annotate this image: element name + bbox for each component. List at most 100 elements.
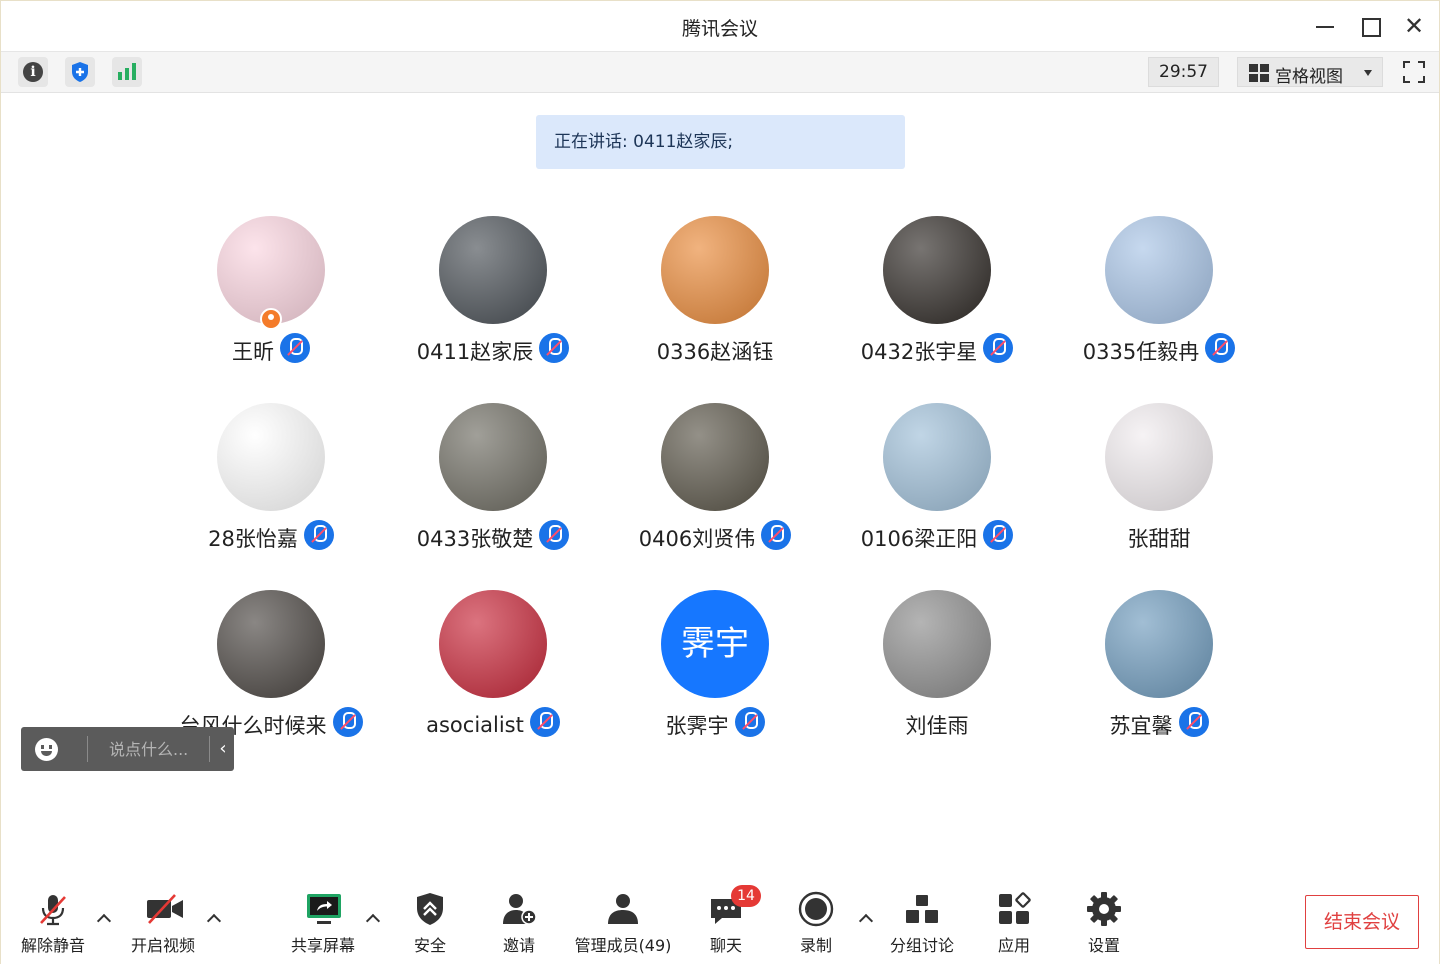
security-shield-icon: [412, 891, 448, 927]
invite-button[interactable]: 邀请: [499, 891, 539, 955]
avatar: [1105, 590, 1213, 698]
video-options-caret[interactable]: [205, 911, 223, 927]
participant-tile[interactable]: 苏宜馨: [1048, 590, 1270, 770]
participant-name: 0411赵家辰: [416, 340, 534, 364]
add-user-icon: [501, 891, 537, 927]
mic-off-icon: [35, 891, 71, 927]
participant-tile[interactable]: 张甜甜: [1048, 403, 1270, 583]
participant-tile[interactable]: 0335任毅冉: [1048, 216, 1270, 396]
manage-members-button[interactable]: 管理成员(49): [575, 891, 671, 955]
avatar: [439, 216, 547, 324]
share-screen-icon: [305, 891, 341, 927]
gear-icon: [1086, 891, 1122, 927]
audio-options-caret[interactable]: [95, 911, 113, 927]
mic-muted-icon: [529, 707, 560, 737]
video-off-icon: [145, 891, 183, 927]
info-icon[interactable]: [18, 57, 48, 87]
participant-tile[interactable]: 0336赵涵钰: [604, 216, 826, 396]
minimize-button[interactable]: [1312, 13, 1338, 39]
participant-name: 0432张宇星: [860, 340, 978, 364]
unmute-label: 解除静音: [20, 936, 85, 955]
participant-tile[interactable]: 王昕: [160, 216, 382, 396]
chat-unread-badge: 14: [731, 885, 761, 907]
settings-label: 设置: [1087, 936, 1120, 955]
breakout-rooms-label: 分组讨论: [889, 936, 954, 955]
participant-name: 苏宜馨: [1109, 714, 1173, 738]
mic-muted-icon: [983, 520, 1014, 550]
participant-name: 0106梁正阳: [860, 527, 978, 551]
host-icon: [260, 308, 282, 330]
avatar: [217, 403, 325, 511]
share-options-caret[interactable]: [364, 911, 382, 927]
mic-muted-icon: [1178, 707, 1209, 737]
mic-muted-icon: [983, 333, 1014, 363]
avatar: [439, 590, 547, 698]
participant-name: 0336赵涵钰: [656, 340, 774, 364]
mic-muted-icon: [303, 520, 334, 550]
chevron-down-icon: [1364, 70, 1372, 76]
participant-tile[interactable]: 刘佳雨: [826, 590, 1048, 770]
participant-tile[interactable]: 0433张敬楚: [382, 403, 604, 583]
view-mode-select[interactable]: 宫格视图: [1237, 57, 1383, 87]
avatar: 霁宇: [661, 590, 769, 698]
apps-button[interactable]: 应用: [995, 891, 1033, 955]
end-meeting-button[interactable]: 结束会议: [1305, 895, 1419, 949]
avatar: [1105, 403, 1213, 511]
record-icon: [798, 891, 834, 927]
close-button[interactable]: ✕: [1401, 13, 1427, 39]
start-video-label: 开启视频: [130, 936, 195, 955]
security-label: 安全: [413, 936, 446, 955]
participant-name: 王昕: [232, 340, 274, 364]
fullscreen-icon[interactable]: [1399, 57, 1429, 87]
shield-icon[interactable]: [65, 57, 95, 87]
grid-view-icon: [1249, 64, 1269, 82]
mic-muted-icon: [1205, 333, 1236, 363]
avatar: [883, 403, 991, 511]
meeting-window: 腾讯会议 ✕ 29:57 宫格视图: [0, 0, 1440, 964]
chat-button[interactable]: 14 聊天: [707, 885, 761, 955]
avatar: [217, 590, 325, 698]
participant-name: 0335任毅冉: [1082, 340, 1200, 364]
participant-tile[interactable]: 0411赵家辰: [382, 216, 604, 396]
avatar: [883, 216, 991, 324]
mic-muted-icon: [761, 520, 792, 550]
share-screen-button[interactable]: 共享屏幕: [291, 891, 355, 955]
record-button[interactable]: 录制: [797, 891, 835, 955]
breakout-rooms-button[interactable]: 分组讨论: [890, 891, 954, 955]
participant-tile[interactable]: 28张怡嘉: [160, 403, 382, 583]
avatar: [1105, 216, 1213, 324]
invite-label: 邀请: [502, 936, 535, 955]
mic-muted-icon: [539, 520, 570, 550]
participant-name: 张霁宇: [665, 714, 729, 738]
participant-name: 0406刘贤伟: [638, 527, 756, 551]
meeting-info-bar: 29:57 宫格视图: [1, 51, 1439, 93]
participant-name: 刘佳雨: [905, 714, 969, 738]
mic-muted-icon: [280, 333, 310, 363]
start-video-button[interactable]: 开启视频: [131, 891, 195, 955]
participant-tile[interactable]: 0406刘贤伟: [604, 403, 826, 583]
participant-tile[interactable]: 霁宇 张霁宇: [604, 590, 826, 770]
avatar: [661, 403, 769, 511]
security-button[interactable]: 安全: [411, 891, 449, 955]
participant-tile[interactable]: asocialist: [382, 590, 604, 770]
participant-tile[interactable]: 0106梁正阳: [826, 403, 1048, 583]
chat-input[interactable]: [89, 731, 207, 767]
view-mode-label: 宫格视图: [1275, 67, 1343, 87]
settings-button[interactable]: 设置: [1085, 891, 1123, 955]
quick-chat-box: ‹: [21, 727, 234, 771]
participant-tile[interactable]: 0432张宇星: [826, 216, 1048, 396]
apps-label: 应用: [997, 936, 1030, 955]
record-options-caret[interactable]: [857, 911, 875, 927]
signal-icon[interactable]: [112, 57, 142, 87]
participant-name: 张甜甜: [1127, 527, 1191, 551]
avatar: [661, 216, 769, 324]
bottom-toolbar: 解除静音 开启视频 共享屏幕 安全 邀请 管理成员(49) 14 聊天 录制 分…: [1, 881, 1439, 964]
avatar: [883, 590, 991, 698]
unmute-button[interactable]: 解除静音: [21, 891, 85, 955]
members-icon: [605, 891, 641, 927]
maximize-button[interactable]: [1357, 13, 1383, 39]
share-screen-label: 共享屏幕: [290, 936, 355, 955]
chevron-left-icon[interactable]: ‹: [212, 727, 234, 771]
mic-muted-icon: [734, 707, 765, 737]
emoji-icon[interactable]: [35, 738, 58, 761]
